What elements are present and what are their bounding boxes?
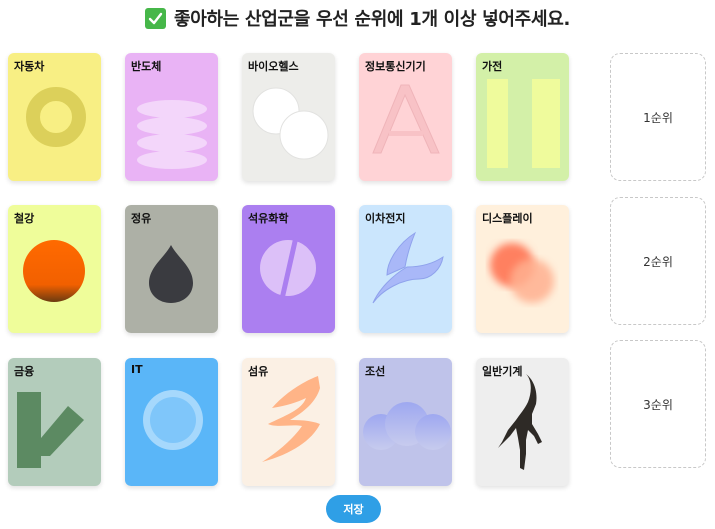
card-label: 금융 (14, 365, 35, 378)
industry-card-textile[interactable]: 섬유 (242, 358, 335, 486)
ring-icon (143, 390, 203, 450)
page-title: 좋아하는 산업군을 우선 순위에 1개 이상 넣어주세요. (173, 9, 571, 30)
card-label: 정보통신기기 (365, 60, 426, 73)
card-label: 일반기계 (482, 365, 523, 378)
industry-card-appliances[interactable]: 가전 (476, 53, 569, 181)
industry-card-shipbuilding[interactable]: 조선 (359, 358, 452, 486)
industry-card-secondary-battery[interactable]: 이차전지 (359, 205, 452, 333)
card-label: 섬유 (248, 365, 269, 378)
card-label: 철강 (14, 212, 35, 225)
card-label: 정유 (131, 212, 152, 225)
industry-card-biohealth[interactable]: 바이오헬스 (242, 53, 335, 181)
card-label: 이차전지 (365, 212, 406, 225)
page-header: 좋아하는 산업군을 우선 순위에 1개 이상 넣어주세요. (0, 0, 715, 36)
card-label: 디스플레이 (482, 212, 533, 225)
card-label: 조선 (365, 365, 386, 378)
industry-card-display[interactable]: 디스플레이 (476, 205, 569, 333)
industry-preference-page: 좋아하는 산업군을 우선 순위에 1개 이상 넣어주세요. 자동차 반도체 바이… (0, 0, 715, 529)
card-label: 반도체 (131, 60, 162, 73)
card-label: 가전 (482, 60, 503, 73)
card-label: 석유화학 (248, 212, 289, 225)
slot-label: 1순위 (643, 110, 673, 125)
industry-card-finance[interactable]: 금융 (8, 358, 101, 486)
slot-label: 2순위 (643, 254, 673, 269)
slot-label: 3순위 (643, 397, 673, 412)
card-label: 자동차 (14, 60, 45, 73)
industry-card-ict-devices[interactable]: 정보통신기기 (359, 53, 452, 181)
industry-card-general-machinery[interactable]: 일반기계 (476, 358, 569, 486)
save-button[interactable]: 저장 (326, 495, 381, 523)
priority-slot-2[interactable]: 2순위 (610, 197, 706, 325)
card-label: 바이오헬스 (248, 60, 299, 73)
industry-card-automobile[interactable]: 자동차 (8, 53, 101, 181)
checkmark-icon (144, 7, 166, 29)
priority-slot-1[interactable]: 1순위 (610, 53, 706, 181)
industry-card-petrochemical[interactable]: 석유화학 (242, 205, 335, 333)
priority-slot-3[interactable]: 3순위 (610, 340, 706, 468)
industry-card-steel[interactable]: 철강 (8, 205, 101, 333)
card-label: IT (131, 363, 143, 376)
industry-card-semiconductor[interactable]: 반도체 (125, 53, 218, 181)
industry-card-it[interactable]: IT (125, 358, 218, 486)
industry-card-oil-refining[interactable]: 정유 (125, 205, 218, 333)
